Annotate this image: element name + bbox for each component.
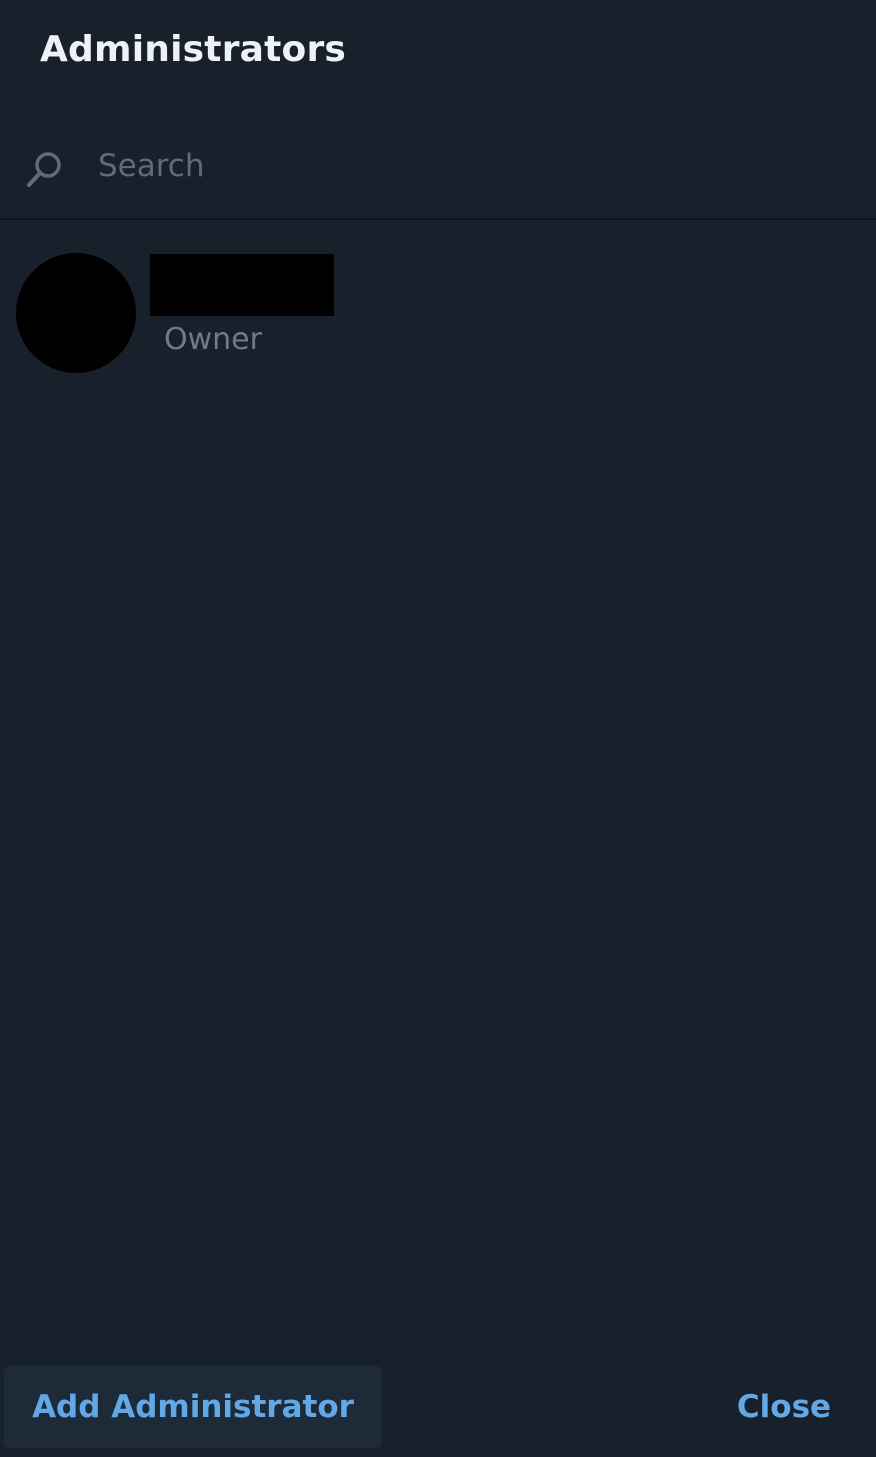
- search-input[interactable]: [98, 142, 838, 190]
- admin-list-item[interactable]: Owner: [0, 238, 876, 386]
- add-administrator-button[interactable]: Add Administrator: [4, 1366, 382, 1448]
- search-icon: [24, 148, 66, 190]
- administrators-dialog: Administrators Owner Add Administrator C…: [0, 0, 876, 1457]
- admin-role: Owner: [164, 322, 262, 357]
- dialog-footer: Add Administrator Close: [0, 1364, 876, 1457]
- search-bar: [0, 118, 876, 220]
- dialog-title: Administrators: [40, 29, 347, 70]
- admin-name: [150, 254, 334, 316]
- avatar: [16, 253, 136, 373]
- close-button[interactable]: Close: [712, 1366, 856, 1448]
